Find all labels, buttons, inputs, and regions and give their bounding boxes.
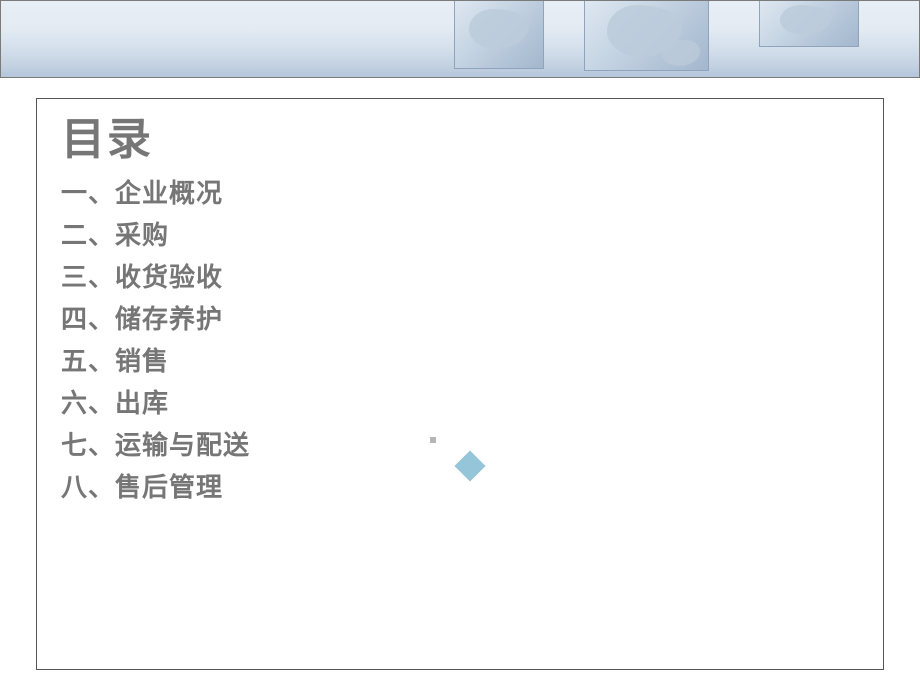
toc-item: 六、出库 — [61, 382, 859, 424]
decor-map-shape — [469, 9, 529, 49]
decor-map-shape — [780, 5, 832, 35]
toc-item: 八、售后管理 — [61, 466, 859, 508]
toc-item: 三、收货验收 — [61, 256, 859, 298]
toc-item: 二、采购 — [61, 214, 859, 256]
toc-list: 一、企业概况 二、采购 三、收货验收 四、储存养护 五、销售 六、出库 七、运输… — [61, 172, 859, 509]
decor-cube — [584, 0, 709, 71]
slide-frame: 目录 一、企业概况 二、采购 三、收货验收 四、储存养护 五、销售 六、出库 七… — [36, 98, 884, 670]
decor-cube — [759, 0, 859, 47]
decor-cube — [454, 0, 544, 69]
header-banner — [0, 0, 920, 78]
decor-map-shape — [662, 40, 700, 66]
page-title: 目录 — [61, 115, 859, 166]
toc-item: 五、销售 — [61, 340, 859, 382]
decor-dot — [430, 437, 436, 443]
toc-item: 一、企业概况 — [61, 172, 859, 214]
toc-item: 四、储存养护 — [61, 298, 859, 340]
